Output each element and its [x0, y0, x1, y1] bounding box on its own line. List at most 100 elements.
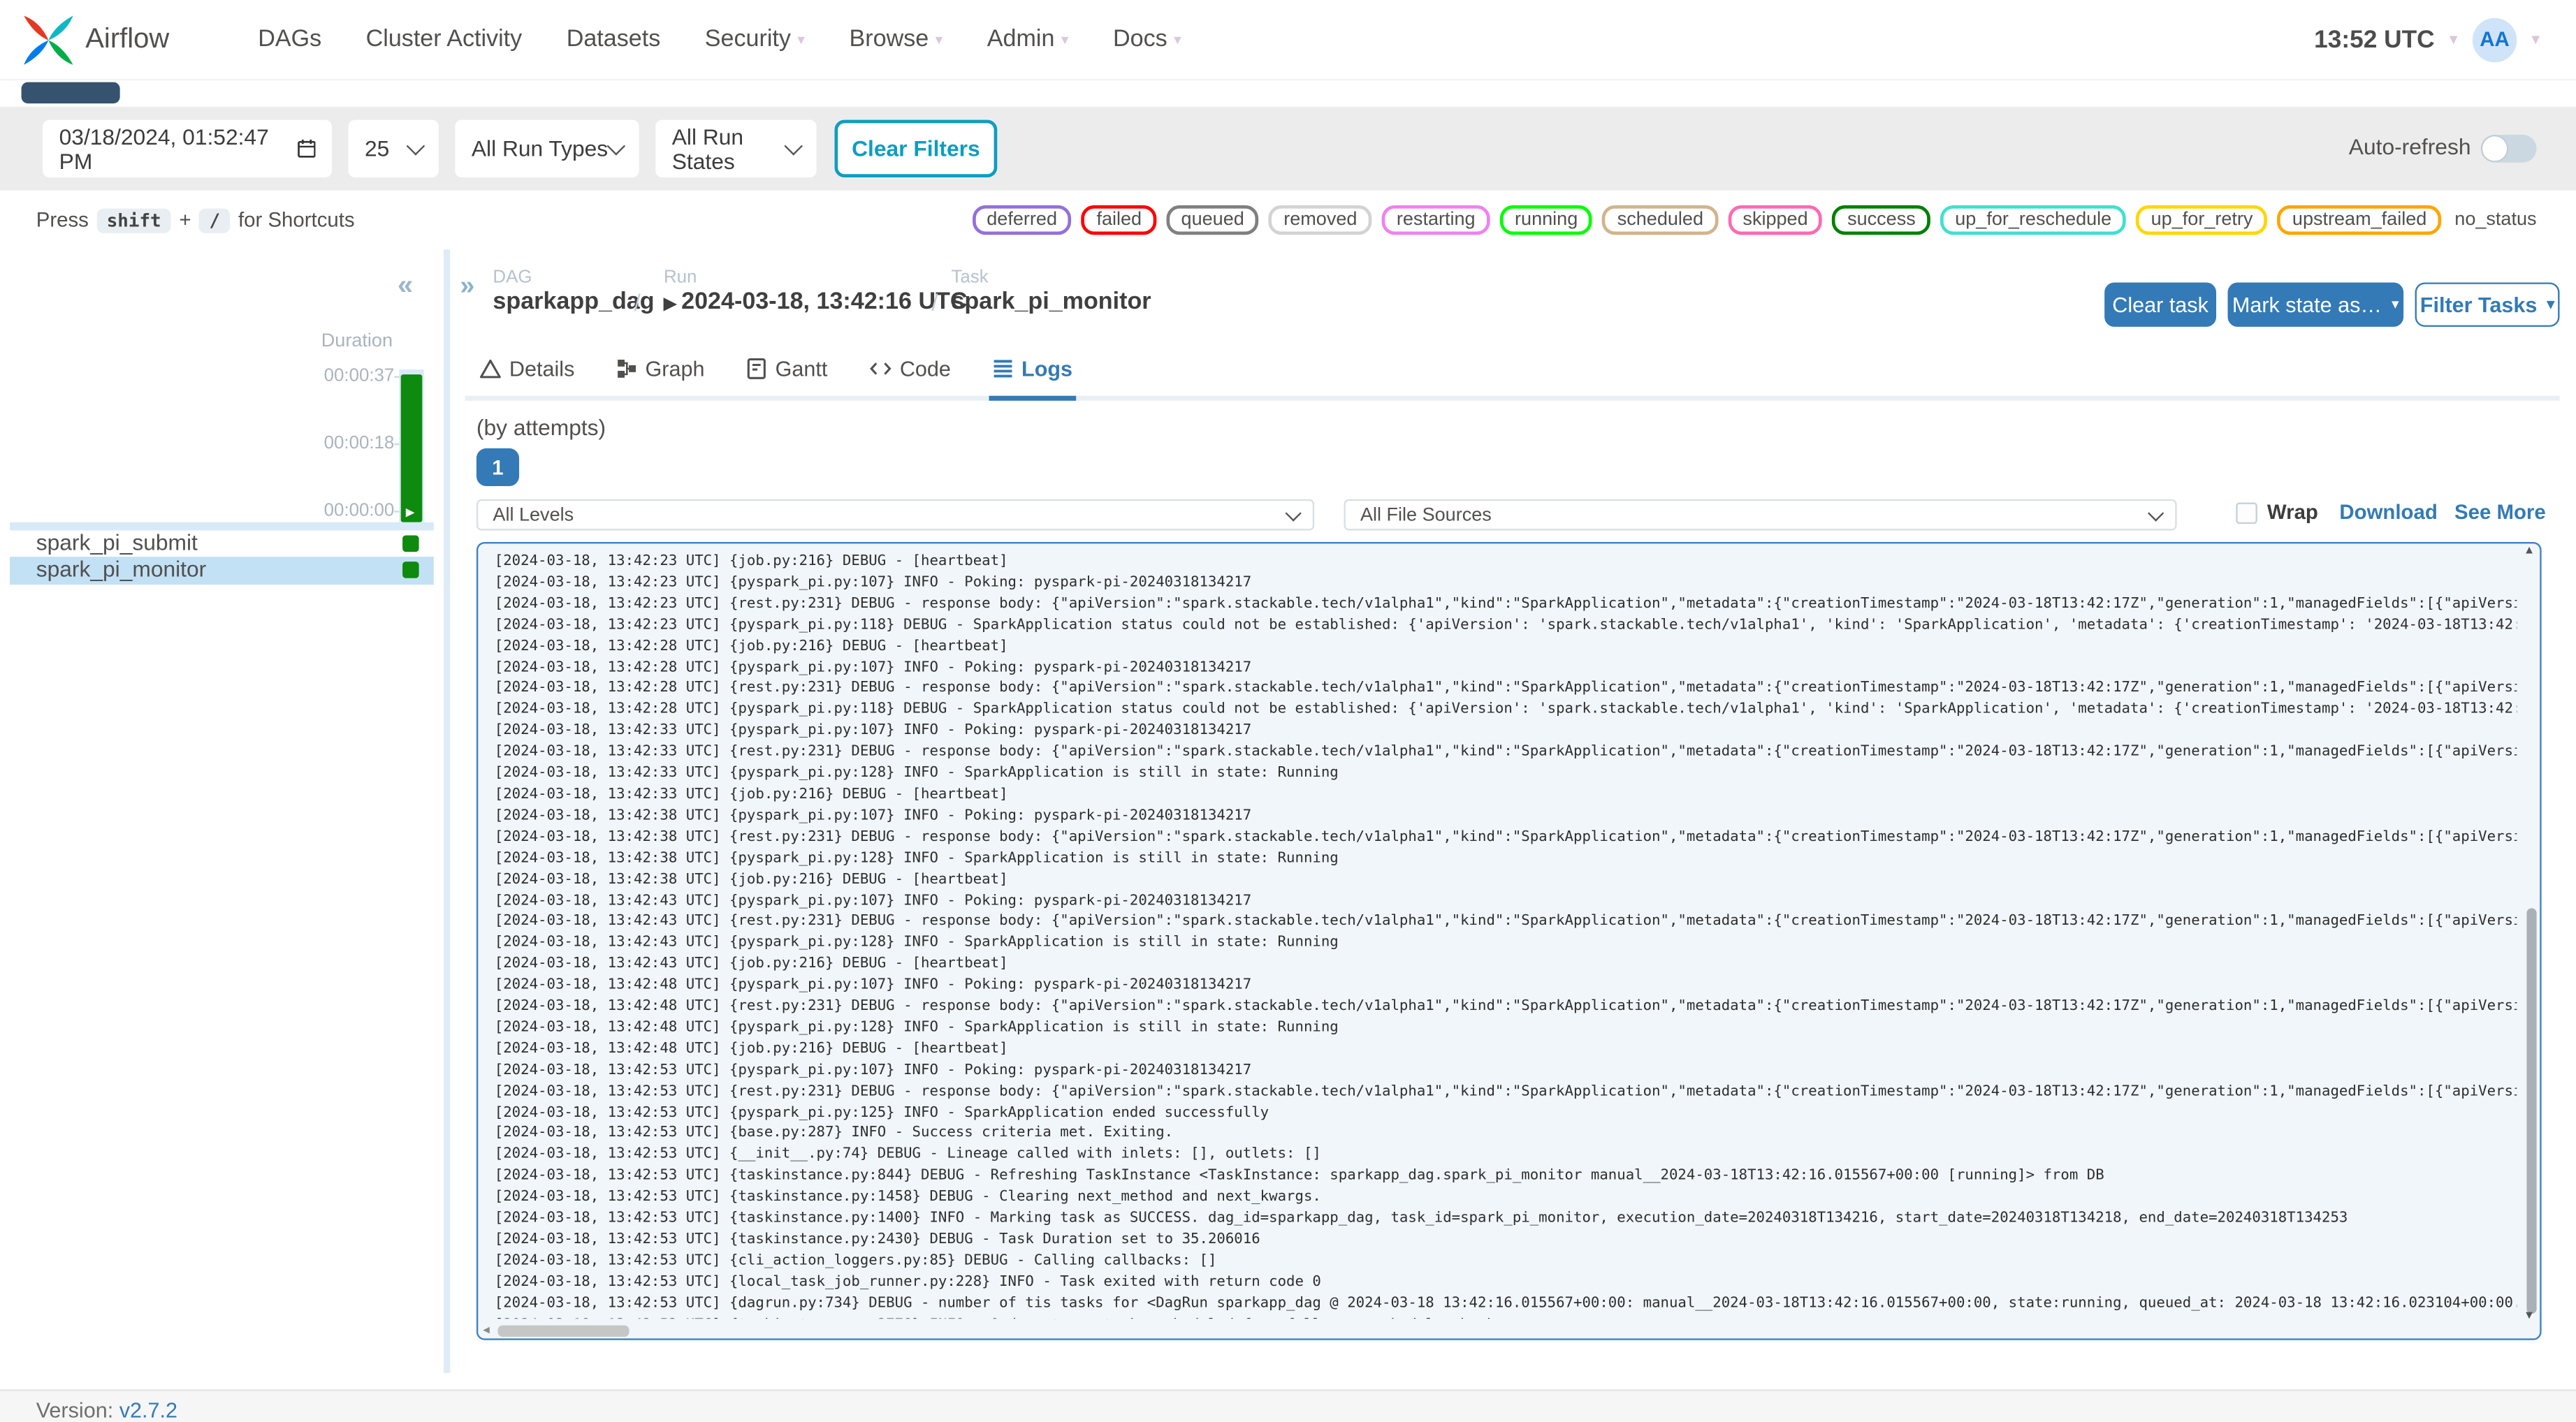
- clear-task-button[interactable]: Clear task: [2104, 282, 2217, 327]
- nav-item-cluster-activity[interactable]: Cluster Activity: [366, 27, 523, 53]
- log-line: [2024-03-18, 13:42:48 UTC] {rest.py:231}…: [494, 998, 2517, 1016]
- nav-item-admin[interactable]: Admin ▾: [987, 27, 1069, 53]
- tab-gantt[interactable]: Gantt: [743, 350, 831, 401]
- version-link[interactable]: v2.7.2: [119, 1398, 177, 1422]
- warning-triangle-icon: [479, 359, 501, 379]
- log-line: [2024-03-18, 13:42:53 UTC] {taskinstance…: [494, 1231, 1260, 1249]
- tab-graph[interactable]: Graph: [612, 350, 708, 401]
- state-badge-scheduled: scheduled: [1602, 205, 1719, 235]
- log-line: [2024-03-18, 13:42:23 UTC] {rest.py:231}…: [494, 596, 2517, 613]
- download-link[interactable]: Download: [2339, 501, 2437, 524]
- log-line: [2024-03-18, 13:42:28 UTC] {job.py:216} …: [494, 638, 1008, 655]
- state-badge-skipped: skipped: [1728, 205, 1823, 235]
- grid-task-row-spark-pi-submit[interactable]: spark_pi_submit: [10, 529, 434, 558]
- dag-run-bar-success[interactable]: ▶: [400, 374, 422, 522]
- breadcrumb-task-value[interactable]: spark_pi_monitor: [951, 289, 1151, 316]
- page-size-select[interactable]: 25: [348, 119, 439, 177]
- logs-list-icon: [994, 360, 1012, 378]
- attempt-1-button[interactable]: 1: [476, 448, 520, 487]
- clear-filters-button[interactable]: Clear Filters: [834, 119, 998, 177]
- toggle-knob: [2482, 136, 2508, 161]
- log-line: [2024-03-18, 13:42:33 UTC] {job.py:216} …: [494, 786, 1008, 803]
- log-line: [2024-03-18, 13:42:53 UTC] {base.py:287}…: [494, 1125, 1174, 1143]
- slash-key: /: [199, 207, 231, 233]
- log-line: [2024-03-18, 13:42:53 UTC] {cli_action_l…: [494, 1252, 1217, 1270]
- file-source-select[interactable]: All File Sources: [1344, 499, 2177, 531]
- navbar-right: 13:52 UTC ▾ AA ▾: [2314, 17, 2540, 62]
- run-play-icon: ▶: [663, 295, 677, 314]
- log-line: [2024-03-18, 13:42:43 UTC] {pyspark_pi.p…: [494, 934, 1339, 952]
- tab-code[interactable]: Code: [865, 350, 954, 401]
- duration-axis-label: Duration: [321, 331, 393, 352]
- duration-tick: 00:00:37: [323, 366, 395, 386]
- grid-button-clipped[interactable]: [21, 82, 120, 104]
- log-level-value: All Levels: [493, 505, 574, 525]
- log-line: [2024-03-18, 13:42:43 UTC] {pyspark_pi.p…: [494, 892, 1252, 909]
- tab-details[interactable]: Details: [476, 350, 578, 401]
- log-line: [2024-03-18, 13:42:23 UTC] {job.py:216} …: [494, 553, 1008, 570]
- run-states-select[interactable]: All Run States: [655, 119, 817, 177]
- base-date-value: 03/18/2024, 01:52:47 PM: [59, 124, 269, 174]
- calendar-icon[interactable]: [297, 138, 316, 160]
- breadcrumb-expand-icon[interactable]: »: [460, 272, 474, 302]
- tab-logs[interactable]: Logs: [988, 350, 1076, 401]
- horizontal-scrollbar-thumb[interactable]: [497, 1324, 630, 1336]
- page-size-value: 25: [365, 136, 390, 161]
- filter-tasks-button[interactable]: Filter Tasks ▾: [2415, 282, 2560, 327]
- wrap-checkbox[interactable]: [2236, 502, 2257, 525]
- nav-item-docs[interactable]: Docs ▾: [1113, 27, 1181, 53]
- breadcrumb-run-value[interactable]: ▶ 2024-03-18, 13:42:16 UTC: [664, 289, 968, 316]
- log-output-panel[interactable]: [2024-03-18, 13:42:23 UTC] {job.py:216} …: [476, 541, 2542, 1340]
- mark-state-as-button[interactable]: Mark state as… ▾: [2227, 282, 2404, 327]
- breadcrumb-dag-label: DAG: [493, 267, 532, 288]
- task-state-square-success[interactable]: [402, 561, 419, 578]
- state-badge-upstream-failed: upstream_failed: [2277, 205, 2442, 235]
- nav-item-browse[interactable]: Browse ▾: [850, 27, 943, 53]
- base-date-input[interactable]: 03/18/2024, 01:52:47 PM: [43, 119, 332, 177]
- user-avatar[interactable]: AA: [2472, 17, 2517, 62]
- log-line: [2024-03-18, 13:42:33 UTC] {pyspark_pi.p…: [494, 765, 1339, 782]
- panel-divider[interactable]: [443, 249, 451, 1373]
- log-line: [2024-03-18, 13:42:28 UTC] {pyspark_pi.p…: [494, 659, 1252, 676]
- nav-item-label: Browse: [849, 26, 929, 53]
- version-label: Version:: [36, 1398, 114, 1422]
- manual-run-play-icon: ▶: [405, 507, 415, 520]
- see-more-link[interactable]: See More: [2454, 501, 2546, 524]
- log-line: [2024-03-18, 13:42:53 UTC] {dagrun.py:73…: [494, 1295, 2517, 1312]
- shortcut-and-legend-row: Press shift + / for Shortcuts deferred fa…: [0, 190, 2576, 250]
- scroll-up-icon[interactable]: ▲: [2524, 545, 2535, 557]
- log-level-select[interactable]: All Levels: [476, 499, 1315, 531]
- code-icon: [869, 362, 891, 375]
- log-line: [2024-03-18, 13:42:38 UTC] {job.py:216} …: [494, 871, 1008, 888]
- state-badge-deferred: deferred: [972, 205, 1072, 235]
- task-detail-panel: » DAG sparkapp_dag / Run ▶ 2024-03-18, 13…: [460, 249, 2560, 1389]
- log-line: [2024-03-18, 13:42:53 UTC] {pyspark_pi.p…: [494, 1104, 1269, 1121]
- log-line: [2024-03-18, 13:42:28 UTC] {rest.py:231}…: [494, 680, 2517, 698]
- collapse-sidebar-icon[interactable]: «: [398, 270, 413, 302]
- wrap-label: Wrap: [2266, 501, 2318, 525]
- nav-item-dags[interactable]: DAGs: [258, 27, 321, 53]
- run-types-select[interactable]: All Run Types: [455, 119, 639, 177]
- top-navbar: Airflow DAGs Cluster Activity Datasets Secu…: [0, 0, 2576, 81]
- scroll-down-icon[interactable]: ▼: [2524, 1310, 2535, 1321]
- duration-tick: 00:00:18: [323, 433, 395, 453]
- log-line: [2024-03-18, 13:42:38 UTC] {pyspark_pi.p…: [494, 807, 1252, 825]
- chevron-down-icon: [2147, 506, 2163, 521]
- task-name: spark_pi_submit: [36, 530, 198, 555]
- breadcrumb-dag-value[interactable]: sparkapp_dag: [493, 289, 654, 316]
- nav-item-datasets[interactable]: Datasets: [567, 27, 661, 53]
- airflow-brand[interactable]: Airflow: [22, 13, 169, 67]
- shortcut-prefix: Press: [36, 208, 89, 232]
- state-badge-up-for-retry: up_for_retry: [2136, 205, 2268, 235]
- scroll-left-icon[interactable]: ◂: [483, 1322, 489, 1337]
- task-state-square-success[interactable]: [402, 534, 419, 551]
- grid-header-strip: [10, 522, 434, 530]
- vertical-scrollbar-thumb[interactable]: [2526, 908, 2537, 1314]
- nav-item-security[interactable]: Security ▾: [705, 27, 805, 53]
- grid-task-row-spark-pi-monitor[interactable]: spark_pi_monitor: [10, 555, 434, 584]
- log-line: [2024-03-18, 13:42:23 UTC] {pyspark_pi.p…: [494, 574, 1252, 592]
- nav-item-label: Datasets: [566, 26, 661, 53]
- utc-clock[interactable]: 13:52 UTC: [2314, 25, 2434, 53]
- auto-refresh-toggle[interactable]: [2480, 134, 2537, 163]
- chevron-down-icon: ▾: [935, 30, 943, 47]
